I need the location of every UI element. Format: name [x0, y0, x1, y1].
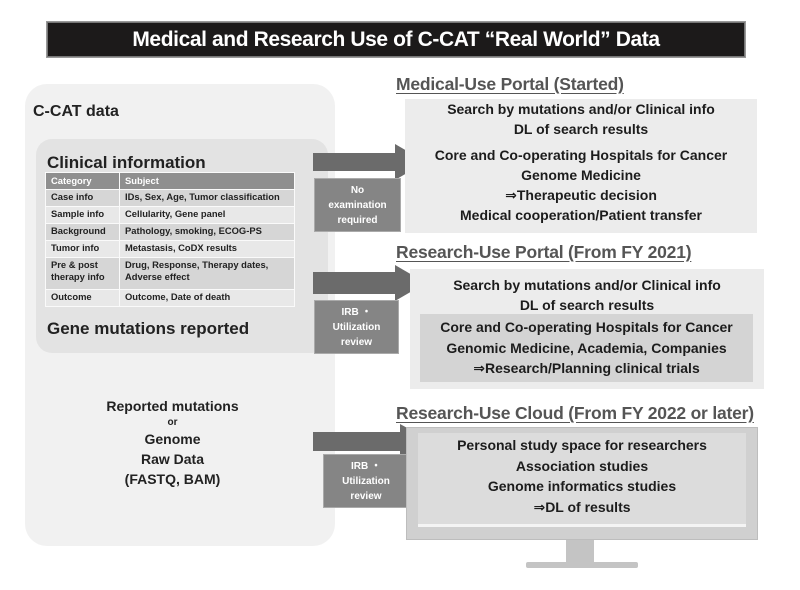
- portal-line: Core and Co-operating Hospitals for Canc…: [440, 319, 733, 335]
- review-badge-no-exam: No examination required: [314, 178, 401, 232]
- review-line: IRB ・: [351, 460, 381, 472]
- monitor-stand-base: [526, 562, 638, 568]
- table-header-row: Category Subject: [45, 172, 295, 190]
- review-line: required: [337, 214, 378, 226]
- review-line: Utilization: [332, 321, 381, 333]
- gene-mutations-label: Gene mutations reported: [47, 319, 250, 338]
- row-category: Pre & post therapy info: [45, 257, 120, 290]
- monitor-stand-neck: [566, 540, 594, 562]
- genome-text: Genome: [144, 431, 201, 447]
- portal-line: Genome Medicine: [521, 167, 641, 183]
- clinical-info-title: Clinical information: [47, 153, 206, 172]
- portal-line: Search by mutations and/or Clinical info: [453, 277, 721, 293]
- review-badge-irb: IRB ・ Utilization review: [314, 300, 399, 354]
- table-row: Sample info Cellularity, Gene panel: [45, 206, 295, 224]
- review-line: examination: [328, 199, 387, 211]
- portal-line: ⇒Therapeutic decision: [505, 187, 657, 203]
- cloud-line: ⇒DL of results: [533, 498, 631, 515]
- title-bar: Medical and Research Use of C-CAT “Real …: [47, 22, 745, 57]
- table-row: Background Pathology, smoking, ECOG-PS: [45, 223, 295, 241]
- review-line: No: [350, 184, 365, 196]
- file-formats-text: (FASTQ, BAM): [124, 471, 221, 487]
- raw-data-block: Reported mutations or Genome Raw Data (F…: [65, 396, 280, 489]
- review-line: review: [340, 336, 373, 348]
- medical-portal-box: Search by mutations and/or Clinical info…: [405, 99, 757, 233]
- raw-data-text: Raw Data: [140, 451, 205, 467]
- row-category: Tumor info: [45, 240, 120, 258]
- portal-line: Medical cooperation/Patient transfer: [460, 207, 702, 223]
- monitor-graphic: Personal study space for researchers Ass…: [406, 427, 758, 582]
- row-subject: Drug, Response, Therapy dates, Adverse e…: [119, 257, 295, 290]
- portal-line: DL of search results: [513, 121, 649, 137]
- header-category: Category: [45, 172, 120, 190]
- row-subject: IDs, Sex, Age, Tumor classification: [119, 189, 295, 207]
- research-users-box: Core and Co-operating Hospitals for Canc…: [420, 314, 753, 382]
- ccat-data-label: C-CAT data: [33, 103, 119, 120]
- portal-line: Search by mutations and/or Clinical info: [447, 101, 715, 117]
- research-portal-title: Research-Use Portal (From FY 2021): [396, 242, 692, 262]
- review-line: review: [350, 490, 382, 502]
- portal-line: DL of search results: [519, 297, 655, 313]
- table-row: Case info IDs, Sex, Age, Tumor classific…: [45, 189, 295, 207]
- review-line: IRB ・: [341, 306, 372, 318]
- row-category: Outcome: [45, 289, 120, 307]
- clinical-info-table: Category Subject Case info IDs, Sex, Age…: [45, 172, 295, 307]
- row-subject: Cellularity, Gene panel: [119, 206, 295, 224]
- reported-mutations-text: Reported mutations: [106, 398, 239, 414]
- header-subject: Subject: [119, 172, 295, 190]
- row-category: Sample info: [45, 206, 120, 224]
- cloud-line: Personal study space for researchers: [457, 437, 707, 453]
- row-subject: Metastasis, CoDX results: [119, 240, 295, 258]
- cloud-content: Personal study space for researchers Ass…: [418, 435, 746, 517]
- research-cloud-title: Research-Use Cloud (From FY 2022 or late…: [396, 403, 754, 423]
- page-title: Medical and Research Use of C-CAT “Real …: [132, 27, 660, 51]
- table-row: Pre & post therapy info Drug, Response, …: [45, 257, 295, 290]
- cloud-line: Association studies: [515, 457, 649, 474]
- table-row: Tumor info Metastasis, CoDX results: [45, 240, 295, 258]
- portal-line: Genomic Medicine, Academia, Companies: [446, 339, 727, 356]
- review-badge-irb: IRB ・ Utilization review: [323, 454, 409, 508]
- row-subject: Pathology, smoking, ECOG-PS: [119, 223, 295, 241]
- or-text: or: [167, 417, 178, 428]
- cloud-line: Genome informatics studies: [487, 478, 677, 494]
- row-category: Background: [45, 223, 120, 241]
- portal-line: ⇒Research/Planning clinical trials: [473, 360, 700, 376]
- review-line: Utilization: [342, 475, 390, 487]
- portal-line: Core and Co-operating Hospitals for Canc…: [434, 147, 728, 163]
- row-category: Case info: [45, 189, 120, 207]
- medical-portal-title: Medical-Use Portal (Started): [396, 74, 624, 94]
- row-subject: Outcome, Date of death: [119, 289, 295, 307]
- table-row: Outcome Outcome, Date of death: [45, 289, 295, 307]
